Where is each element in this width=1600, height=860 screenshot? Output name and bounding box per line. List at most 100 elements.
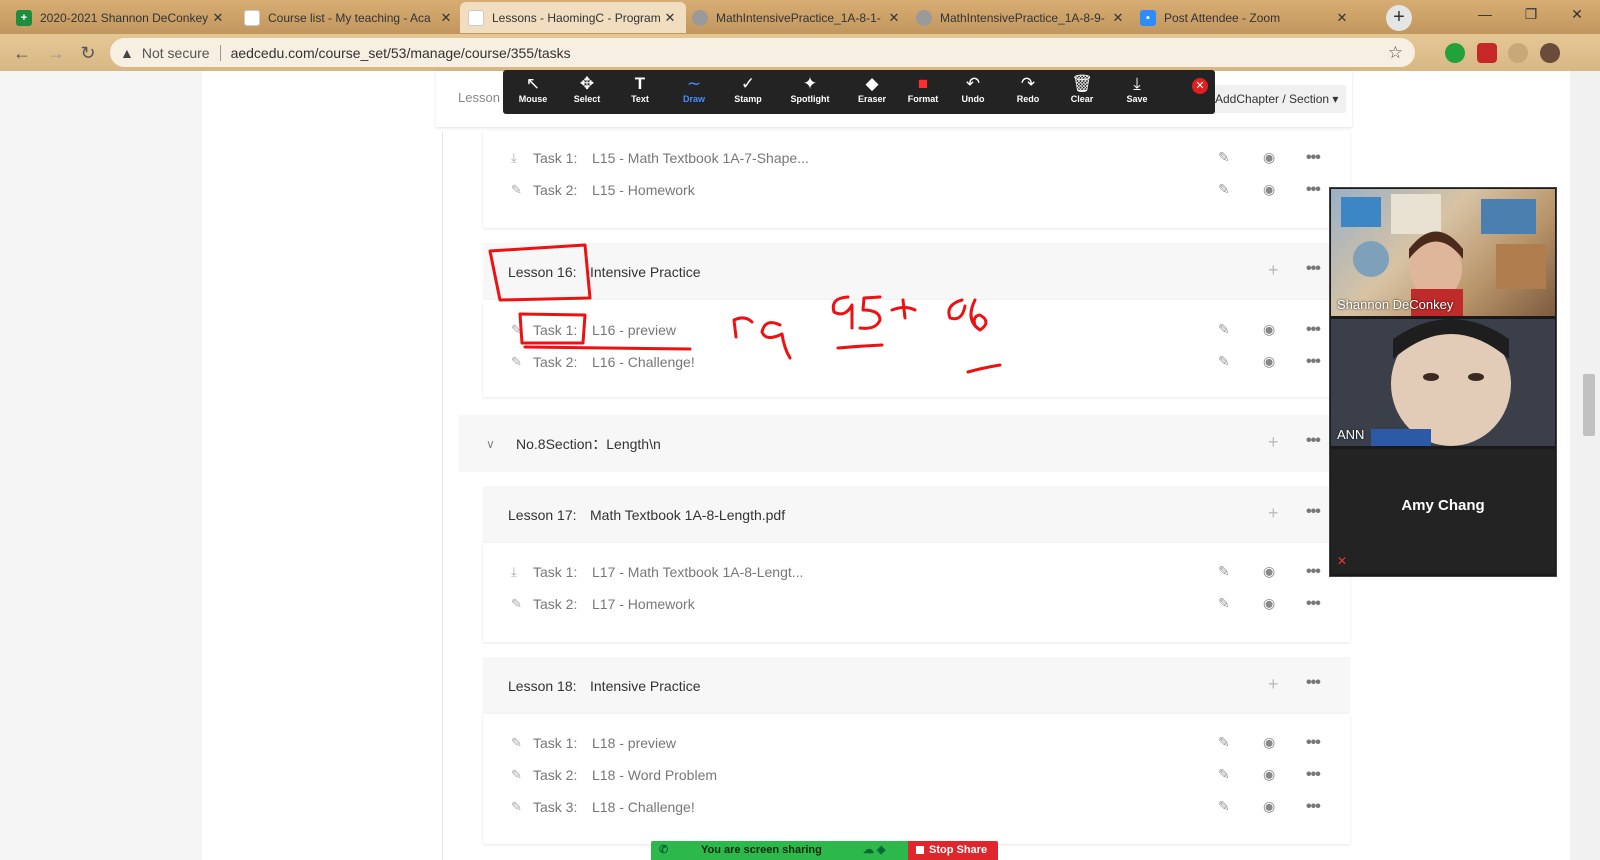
edit-icon[interactable]: ✎ — [1218, 798, 1230, 815]
close-window-button[interactable]: ✕ — [1554, 0, 1600, 30]
save-tool[interactable]: ⤓ Save — [1113, 72, 1161, 112]
eye-icon[interactable]: ◉ — [1263, 734, 1275, 751]
plus-icon[interactable]: + — [1268, 260, 1279, 281]
extension-icon[interactable] — [1477, 43, 1497, 63]
task-title: L17 - Math Textbook 1A-8-Lengt... — [592, 563, 804, 580]
format-tool[interactable]: ■ Format — [899, 72, 947, 112]
task-row[interactable]: ⤓ Task 1: L17 - Math Textbook 1A-8-Lengt… — [483, 556, 1350, 587]
edit-icon[interactable]: ✎ — [1218, 734, 1230, 751]
star-icon[interactable]: ☆ — [1388, 43, 1403, 63]
close-icon[interactable]: ✕ — [662, 10, 678, 26]
select-tool[interactable]: ✥ Select — [563, 72, 611, 112]
restore-button[interactable]: ❐ — [1508, 0, 1554, 30]
more-icon[interactable]: ••• — [1306, 321, 1321, 339]
browser-window: + 2020-2021 Shannon DeConkey ✕ Course li… — [0, 0, 1600, 860]
edit-icon[interactable]: ✎ — [1218, 149, 1230, 166]
scrollbar-thumb[interactable] — [1583, 374, 1595, 436]
extension-icon[interactable] — [1508, 43, 1528, 63]
lesson-title: Intensive Practice — [590, 677, 701, 694]
stop-share-button[interactable]: Stop Share — [908, 841, 998, 860]
lesson-18-header[interactable]: Lesson 18: Intensive Practice — [483, 657, 1350, 714]
lesson-17-header[interactable]: Lesson 17: Math Textbook 1A-8-Length.pdf — [483, 486, 1350, 543]
task-row[interactable]: ✎ Task 2: L17 - Homework ✎ ◉ ••• — [483, 588, 1350, 619]
new-tab-button[interactable]: + — [1386, 5, 1412, 31]
close-icon[interactable]: ✕ — [1110, 10, 1126, 26]
more-icon[interactable]: ••• — [1306, 674, 1321, 692]
text-tool[interactable]: T Text — [616, 72, 664, 112]
eye-icon[interactable]: ◉ — [1263, 321, 1275, 338]
section-8-header[interactable]: ∨ No.8Section：Length\n — [459, 415, 1350, 472]
draw-tool[interactable]: ∼ Draw — [670, 72, 718, 112]
tab-course-list[interactable]: Course list - My teaching - Aca ✕ — [236, 2, 462, 33]
avatar[interactable] — [1540, 43, 1560, 63]
tab-practice-2[interactable]: MathIntensivePractice_1A-8-9- ✕ — [908, 2, 1134, 33]
eye-icon[interactable]: ◉ — [1263, 563, 1275, 580]
spotlight-tool[interactable]: ✦ Spotlight — [786, 72, 834, 112]
eye-icon[interactable]: ◉ — [1263, 149, 1275, 166]
task-row[interactable]: ✎ Task 1: L16 - preview ✎ ◉ ••• — [483, 314, 1350, 345]
video-panel[interactable]: Shannon DeConkey ANN Amy Chang ✕ — [1329, 187, 1557, 577]
extension-icon[interactable] — [1445, 43, 1465, 63]
tree-line — [442, 131, 443, 860]
more-icon[interactable]: ••• — [1306, 563, 1321, 581]
more-icon[interactable]: ••• — [1306, 181, 1321, 199]
edit-icon[interactable]: ✎ — [1218, 181, 1230, 198]
eye-icon[interactable]: ◉ — [1263, 353, 1275, 370]
forward-icon[interactable]: → — [44, 41, 68, 65]
close-icon[interactable]: ✕ — [438, 10, 454, 26]
chevron-down-icon[interactable]: ∨ — [486, 437, 516, 451]
screen-sharing-bar[interactable]: ✆ You are screen sharing ☁ ◈ — [651, 841, 908, 860]
plus-icon[interactable]: + — [1268, 674, 1279, 695]
eye-icon[interactable]: ◉ — [1263, 181, 1275, 198]
more-icon[interactable]: ••• — [1306, 595, 1321, 613]
edit-icon[interactable]: ✎ — [1218, 595, 1230, 612]
tab-zoom[interactable]: ▪ Post Attendee - Zoom ✕ — [1132, 2, 1358, 33]
more-icon[interactable]: ••• — [1306, 260, 1321, 278]
more-icon[interactable]: ••• — [1306, 503, 1321, 521]
close-icon[interactable]: ✕ — [210, 10, 226, 26]
more-icon[interactable]: ••• — [1306, 353, 1321, 371]
more-icon[interactable]: ••• — [1306, 149, 1321, 167]
scrollbar-track[interactable] — [1570, 71, 1600, 860]
stamp-tool[interactable]: ✓ Stamp — [724, 72, 772, 112]
url-box[interactable]: ▲ Not secure aedcedu.com/course_set/53/m… — [110, 38, 1415, 67]
edit-icon[interactable]: ✎ — [1218, 321, 1230, 338]
task-row[interactable]: ⤓ Task 1: L15 - Math Textbook 1A-7-Shape… — [483, 142, 1350, 173]
more-icon[interactable]: ••• — [1306, 734, 1321, 752]
more-icon[interactable]: ••• — [1306, 798, 1321, 816]
mouse-tool[interactable]: ↖ Mouse — [509, 72, 557, 112]
task-row[interactable]: ✎ Task 3: L18 - Challenge! ✎ ◉ ••• — [483, 791, 1350, 822]
back-icon[interactable]: ← — [10, 41, 34, 65]
close-icon[interactable]: ✕ — [1334, 10, 1350, 26]
task-row[interactable]: ✎ Task 2: L15 - Homework ✎ ◉ ••• — [483, 174, 1350, 205]
clear-tool[interactable]: 🗑 Clear — [1058, 72, 1106, 112]
task-row[interactable]: ✎ Task 1: L18 - preview ✎ ◉ ••• — [483, 727, 1350, 758]
edit-icon[interactable]: ✎ — [1218, 766, 1230, 783]
eraser-tool[interactable]: ◆ Eraser — [848, 72, 896, 112]
video-tile[interactable]: Amy Chang ✕ — [1331, 449, 1555, 574]
edit-icon[interactable]: ✎ — [1218, 353, 1230, 370]
video-tile[interactable]: ANN — [1331, 319, 1555, 446]
minimize-button[interactable]: — — [1462, 0, 1508, 30]
close-annotation-button[interactable]: ✕ — [1192, 78, 1208, 94]
tab-lessons[interactable]: Lessons - HaomingC - Program ✕ — [460, 2, 686, 33]
plus-icon[interactable]: + — [1268, 432, 1279, 453]
add-chapter-button[interactable]: AddChapter / Section ▾ — [1207, 85, 1347, 113]
undo-tool[interactable]: ↶ Undo — [949, 72, 997, 112]
eye-icon[interactable]: ◉ — [1263, 798, 1275, 815]
tab-practice-1[interactable]: MathIntensivePractice_1A-8-1- ✕ — [684, 2, 910, 33]
redo-tool[interactable]: ↷ Redo — [1004, 72, 1052, 112]
task-row[interactable]: ✎ Task 2: L16 - Challenge! ✎ ◉ ••• — [483, 346, 1350, 377]
more-icon[interactable]: ••• — [1306, 766, 1321, 784]
eye-icon[interactable]: ◉ — [1263, 766, 1275, 783]
close-icon[interactable]: ✕ — [886, 10, 902, 26]
more-icon[interactable]: ••• — [1306, 432, 1321, 450]
eye-icon[interactable]: ◉ — [1263, 595, 1275, 612]
task-row[interactable]: ✎ Task 2: L18 - Word Problem ✎ ◉ ••• — [483, 759, 1350, 790]
edit-icon[interactable]: ✎ — [1218, 563, 1230, 580]
plus-icon[interactable]: + — [1268, 503, 1279, 524]
video-tile[interactable]: Shannon DeConkey — [1331, 189, 1555, 316]
reload-icon[interactable]: ↻ — [76, 41, 100, 65]
tab-sheet[interactable]: + 2020-2021 Shannon DeConkey ✕ — [8, 2, 234, 33]
lesson-16-header[interactable]: Lesson 16: Intensive Practice — [483, 243, 1350, 300]
